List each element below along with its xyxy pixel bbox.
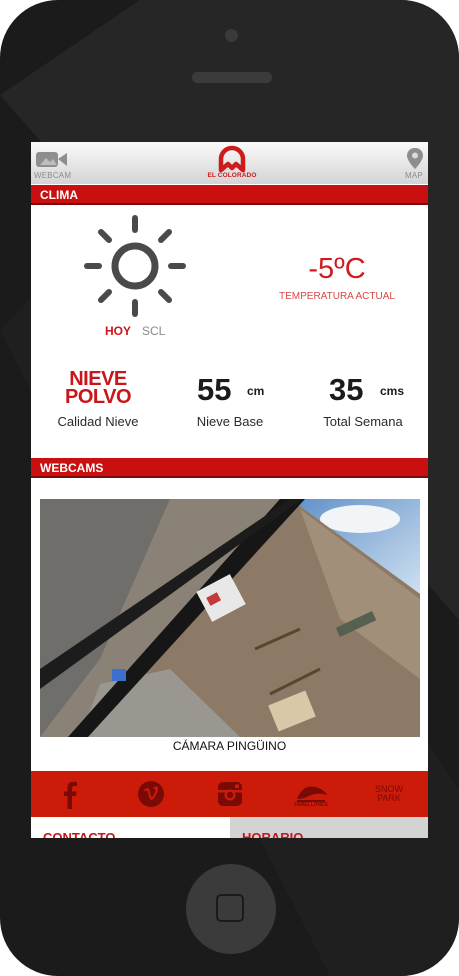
app-screen: WEBCAM EL COLORADO MAP CLIMA -5ºC TEMPER… xyxy=(31,142,428,838)
week-total-label: Total Semana xyxy=(323,414,403,429)
home-button-icon xyxy=(216,894,244,922)
snow-base-unit: cm xyxy=(247,384,265,398)
clima-section-header: CLIMA xyxy=(31,185,428,205)
el-colorado-logo[interactable]: EL COLORADO xyxy=(203,145,261,183)
front-camera xyxy=(225,29,238,42)
social-bar: FARELLONES SNOW PARK xyxy=(31,771,428,817)
facebook-icon[interactable] xyxy=(59,777,81,811)
map-pin-icon xyxy=(407,148,423,169)
video-camera-icon xyxy=(36,152,67,167)
horario-label: HORARIO xyxy=(242,830,304,838)
week-total-value: 35 xyxy=(329,372,364,407)
logo-text: EL COLORADO xyxy=(207,172,257,179)
snow-base-value: 55 xyxy=(197,372,232,407)
webcams-section-header: WEBCAMS xyxy=(31,458,428,478)
contacto-tab[interactable]: CONTACTO xyxy=(31,817,230,838)
current-temperature: -5ºC xyxy=(308,253,366,285)
snow-base-label: Nieve Base xyxy=(196,414,264,429)
camera-caption: CÁMARA PINGÜINO xyxy=(172,739,287,753)
webcam-button[interactable]: WEBCAM xyxy=(33,147,71,181)
sun-icon xyxy=(84,215,186,317)
webcam-image[interactable] xyxy=(40,499,420,737)
speaker-grille xyxy=(192,72,272,83)
clima-title: CLIMA xyxy=(40,188,78,202)
tab-scl[interactable]: SCL xyxy=(142,324,165,338)
temperature-label: TEMPERATURA ACTUAL xyxy=(279,291,395,302)
snowpark-link[interactable]: SNOW PARK xyxy=(371,777,407,811)
horario-tab[interactable]: HORARIO xyxy=(230,817,428,838)
farellones-link[interactable]: FARELLONES xyxy=(293,777,329,811)
top-bar: WEBCAM EL COLORADO MAP xyxy=(31,142,428,184)
snow-quality-value: NIEVE POLVO xyxy=(61,369,135,408)
contacto-label: CONTACTO xyxy=(43,830,116,838)
map-label: MAP xyxy=(405,171,423,180)
snowpark-label-line2: PARK xyxy=(377,793,401,803)
map-button[interactable]: MAP xyxy=(397,146,427,182)
snow-quality-line2: POLVO xyxy=(64,386,132,408)
webcams-title: WEBCAMS xyxy=(40,461,104,475)
mountain-logo-icon xyxy=(218,145,246,173)
instagram-icon[interactable] xyxy=(217,777,243,811)
tab-hoy[interactable]: HOY xyxy=(105,324,131,338)
week-total-unit: cms xyxy=(380,384,405,398)
webcam-photo xyxy=(40,499,420,737)
snow-quality-label: Calidad Nieve xyxy=(57,414,139,429)
webcam-label: WEBCAM xyxy=(34,171,72,180)
farellones-label: FARELLONES xyxy=(294,802,328,808)
phone-frame: WEBCAM EL COLORADO MAP CLIMA -5ºC TEMPER… xyxy=(0,0,459,976)
vimeo-icon[interactable] xyxy=(136,777,166,811)
